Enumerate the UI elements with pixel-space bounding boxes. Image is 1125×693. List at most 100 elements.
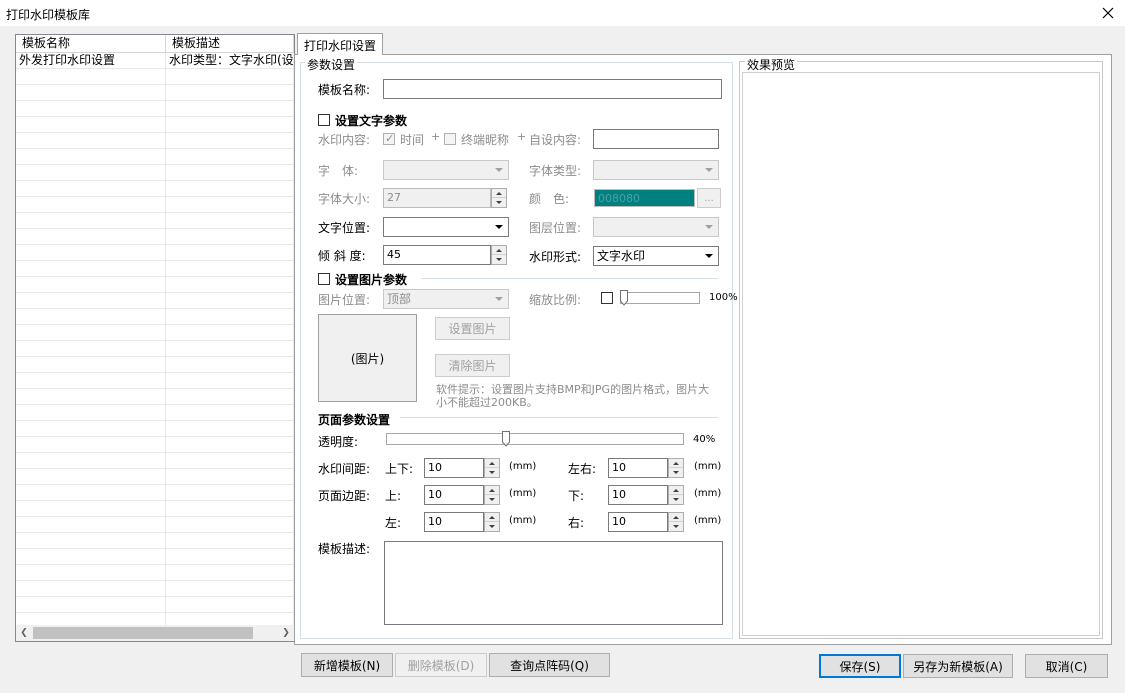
query-dotmatrix-button[interactable]: 查询点阵码(Q) <box>489 653 610 677</box>
column-header-name[interactable]: 模板名称 <box>16 35 166 53</box>
list-item[interactable] <box>16 293 294 309</box>
list-item[interactable] <box>16 149 294 165</box>
spin-down-icon[interactable] <box>485 468 499 477</box>
spin-up-icon[interactable] <box>492 189 506 198</box>
list-item[interactable] <box>16 213 294 229</box>
list-item[interactable] <box>16 437 294 453</box>
list-item[interactable] <box>16 69 294 85</box>
opacity-slider-thumb[interactable] <box>502 431 510 447</box>
chevron-down-icon[interactable] <box>491 162 507 178</box>
list-item[interactable] <box>16 181 294 197</box>
list-item[interactable] <box>16 197 294 213</box>
set-image-button[interactable]: 设置图片 <box>435 317 510 340</box>
spin-down-icon[interactable] <box>485 495 499 504</box>
color-picker-button[interactable]: ... <box>697 188 721 208</box>
font-type-select[interactable] <box>593 160 719 180</box>
clear-image-button[interactable]: 清除图片 <box>435 354 510 377</box>
list-item[interactable] <box>16 165 294 181</box>
list-item[interactable] <box>16 581 294 597</box>
column-header-desc[interactable]: 模板描述 <box>166 35 294 53</box>
list-item[interactable] <box>16 117 294 133</box>
image-params-checkbox[interactable] <box>318 273 330 285</box>
margin-top-input[interactable]: 10 <box>424 485 484 505</box>
list-item[interactable] <box>16 261 294 277</box>
spin-down-icon[interactable] <box>492 198 506 207</box>
spin-up-icon[interactable] <box>485 486 499 495</box>
font-size-spinner[interactable] <box>491 188 507 208</box>
list-item[interactable] <box>16 597 294 613</box>
spin-up-icon[interactable] <box>669 459 683 468</box>
scroll-left-icon[interactable]: ❮ <box>16 625 32 641</box>
spin-down-icon[interactable] <box>485 522 499 531</box>
text-position-select[interactable] <box>383 217 509 237</box>
spin-up-icon[interactable] <box>492 246 506 255</box>
opacity-slider[interactable] <box>386 433 684 445</box>
chevron-down-icon[interactable] <box>491 219 507 235</box>
spin-down-icon[interactable] <box>669 495 683 504</box>
list-item[interactable]: 外发打印水印设置 水印类型：文字水印(设 <box>16 53 294 69</box>
spin-down-icon[interactable] <box>669 468 683 477</box>
font-select[interactable] <box>383 160 509 180</box>
delete-template-button[interactable]: 删除模板(D) <box>395 653 487 677</box>
list-item[interactable] <box>16 421 294 437</box>
list-item[interactable] <box>16 325 294 341</box>
horizontal-scrollbar[interactable]: ❮ ❯ <box>16 625 294 641</box>
list-item[interactable] <box>16 565 294 581</box>
add-template-button[interactable]: 新增模板(N) <box>301 653 393 677</box>
chevron-down-icon[interactable] <box>701 219 717 235</box>
list-item[interactable] <box>16 389 294 405</box>
tab-watermark-settings[interactable]: 打印水印设置 <box>297 33 383 55</box>
margin-left-input[interactable]: 10 <box>424 512 484 532</box>
margin-right-input[interactable]: 10 <box>608 512 668 532</box>
tilt-input[interactable]: 45 <box>383 245 491 265</box>
spacing-leftright-spinner[interactable] <box>668 458 684 478</box>
template-desc-textarea[interactable] <box>384 541 723 625</box>
layer-position-select[interactable] <box>593 217 719 237</box>
margin-bottom-input[interactable]: 10 <box>608 485 668 505</box>
list-item[interactable] <box>16 133 294 149</box>
list-item[interactable] <box>16 341 294 357</box>
close-button[interactable] <box>1094 1 1122 25</box>
spacing-updown-spinner[interactable] <box>484 458 500 478</box>
tilt-spinner[interactable] <box>491 245 507 265</box>
spin-up-icon[interactable] <box>485 459 499 468</box>
list-item[interactable] <box>16 485 294 501</box>
text-params-checkbox[interactable] <box>318 114 330 126</box>
spin-up-icon[interactable] <box>669 513 683 522</box>
spin-down-icon[interactable] <box>492 255 506 264</box>
margin-bottom-spinner[interactable] <box>668 485 684 505</box>
time-checkbox[interactable]: ✓ <box>383 132 395 145</box>
chevron-down-icon[interactable] <box>491 291 507 307</box>
terminal-checkbox[interactable] <box>444 133 456 145</box>
spin-up-icon[interactable] <box>485 513 499 522</box>
spacing-updown-input[interactable]: 10 <box>424 458 484 478</box>
list-item[interactable] <box>16 229 294 245</box>
list-item[interactable] <box>16 373 294 389</box>
scale-slider[interactable] <box>620 292 700 304</box>
chevron-down-icon[interactable] <box>701 248 717 264</box>
list-item[interactable] <box>16 549 294 565</box>
list-item[interactable] <box>16 245 294 261</box>
spin-down-icon[interactable] <box>669 522 683 531</box>
list-item[interactable] <box>16 85 294 101</box>
cancel-button[interactable]: 取消(C) <box>1025 654 1108 678</box>
save-button[interactable]: 保存(S) <box>819 654 901 678</box>
scale-slider-thumb[interactable] <box>620 290 628 306</box>
margin-left-spinner[interactable] <box>484 512 500 532</box>
template-list[interactable]: 模板名称 模板描述 外发打印水印设置 水印类型：文字水印(设 ❮ ❯ <box>15 34 295 642</box>
list-item[interactable] <box>16 357 294 373</box>
list-item[interactable] <box>16 501 294 517</box>
margin-right-spinner[interactable] <box>668 512 684 532</box>
list-item[interactable] <box>16 469 294 485</box>
list-item[interactable] <box>16 405 294 421</box>
scrollbar-thumb[interactable] <box>33 627 253 639</box>
list-item[interactable] <box>16 277 294 293</box>
list-item[interactable] <box>16 533 294 549</box>
custom-content-input[interactable] <box>593 129 719 149</box>
wm-form-select[interactable]: 文字水印 <box>593 246 719 266</box>
save-as-new-button[interactable]: 另存为新模板(A) <box>903 654 1013 678</box>
list-item[interactable] <box>16 101 294 117</box>
list-item[interactable] <box>16 309 294 325</box>
chevron-down-icon[interactable] <box>701 162 717 178</box>
list-item[interactable] <box>16 517 294 533</box>
